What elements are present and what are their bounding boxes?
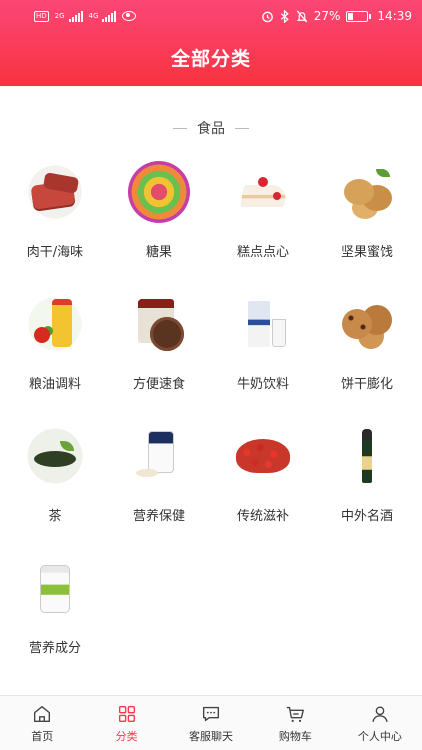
mute-icon (296, 10, 307, 22)
tab-cart[interactable]: 购物车 (253, 696, 337, 750)
category-label: 肉干/海味 (26, 245, 84, 260)
home-icon (34, 705, 51, 722)
cake-image (232, 161, 294, 223)
battery-percent: 27% (313, 9, 341, 23)
battery-icon (346, 10, 372, 22)
cart-icon (287, 706, 305, 722)
status-left: HD 2G 4G (34, 10, 137, 22)
hd-badge: HD (34, 10, 49, 22)
nuts-image (336, 161, 398, 223)
nutrition-image (128, 425, 190, 487)
candy-image (128, 161, 190, 223)
tab-home[interactable]: 首页 (0, 696, 84, 750)
tab-label: 个人中心 (357, 729, 402, 743)
category-label: 茶 (48, 509, 62, 524)
tab-profile[interactable]: 个人中心 (338, 696, 422, 750)
wine-image (336, 425, 398, 487)
user-icon (372, 705, 388, 722)
category-grid: 肉干/海味 糖果 糕点点心 坚果蜜饯 粮油调料 方便速食 牛奶饮料 饼干膨化 茶… (3, 155, 419, 683)
page-title: 全部分类 (170, 48, 251, 70)
tab-category[interactable]: 分类 (84, 696, 168, 750)
category-label: 传统滋补 (236, 509, 289, 524)
category-item-cookie[interactable]: 饼干膨化 (315, 287, 419, 419)
category-item-vitamin[interactable]: 营养成分 (3, 551, 107, 683)
cookie-image (336, 293, 398, 355)
network-type-1: 2G (54, 11, 65, 20)
milk-image (232, 293, 294, 355)
tab-label: 首页 (31, 729, 54, 743)
category-label: 糖果 (145, 245, 172, 260)
category-label: 粮油调料 (28, 377, 81, 392)
tab-label: 购物车 (278, 729, 312, 743)
alarm-icon (261, 11, 273, 22)
category-label: 方便速食 (132, 377, 185, 392)
status-right: 27% 14:39 (261, 9, 412, 23)
chat-icon (202, 706, 220, 721)
category-item-nutrition[interactable]: 营养保健 (107, 419, 211, 551)
signal-strength-icon (68, 10, 83, 22)
tab-label: 客服聊天 (189, 729, 234, 743)
oil-image (24, 293, 86, 355)
category-item-nuts[interactable]: 坚果蜜饯 (315, 155, 419, 287)
jerky-image (24, 161, 86, 223)
tab-chat[interactable]: 客服聊天 (169, 696, 253, 750)
category-item-candy[interactable]: 糖果 (107, 155, 211, 287)
category-label: 糕点点心 (236, 245, 289, 260)
category-item-wine[interactable]: 中外名酒 (315, 419, 419, 551)
category-label: 中外名酒 (340, 509, 393, 524)
category-item-cake[interactable]: 糕点点心 (211, 155, 315, 287)
status-bar: HD 2G 4G 27% 14:39 (0, 0, 422, 32)
category-item-noodle[interactable]: 方便速食 (107, 287, 211, 419)
grid-icon (118, 705, 135, 722)
tea-image (24, 425, 86, 487)
category-label: 饼干膨化 (340, 377, 393, 392)
category-item-milk[interactable]: 牛奶饮料 (211, 287, 315, 419)
eye-comfort-icon (122, 11, 137, 21)
goji-image (232, 425, 294, 487)
category-label: 坚果蜜饯 (340, 245, 393, 260)
app-header: HD 2G 4G 27% 14:39 全部分类 (0, 0, 422, 86)
heading-divider-right (235, 127, 249, 129)
bluetooth-icon (280, 9, 289, 23)
section-title: 食品 (197, 121, 225, 137)
network-type-2: 4G (88, 11, 99, 20)
section-heading: 食品 (0, 118, 422, 138)
heading-divider-left (173, 127, 187, 129)
clock-time: 14:39 (377, 9, 412, 23)
category-item-goji[interactable]: 传统滋补 (211, 419, 315, 551)
noodle-image (128, 293, 190, 355)
category-item-oil[interactable]: 粮油调料 (3, 287, 107, 419)
category-item-jerky[interactable]: 肉干/海味 (3, 155, 107, 287)
signal-strength-icon-2 (102, 10, 117, 22)
bottom-tab-bar: 首页 分类 客服聊天 购物车 个人中心 (0, 695, 422, 750)
tab-label: 分类 (115, 729, 138, 743)
category-item-tea[interactable]: 茶 (3, 419, 107, 551)
category-label: 牛奶饮料 (236, 377, 289, 392)
category-label: 营养保健 (132, 509, 185, 524)
vitamin-image (24, 557, 86, 619)
category-label: 营养成分 (28, 641, 81, 656)
